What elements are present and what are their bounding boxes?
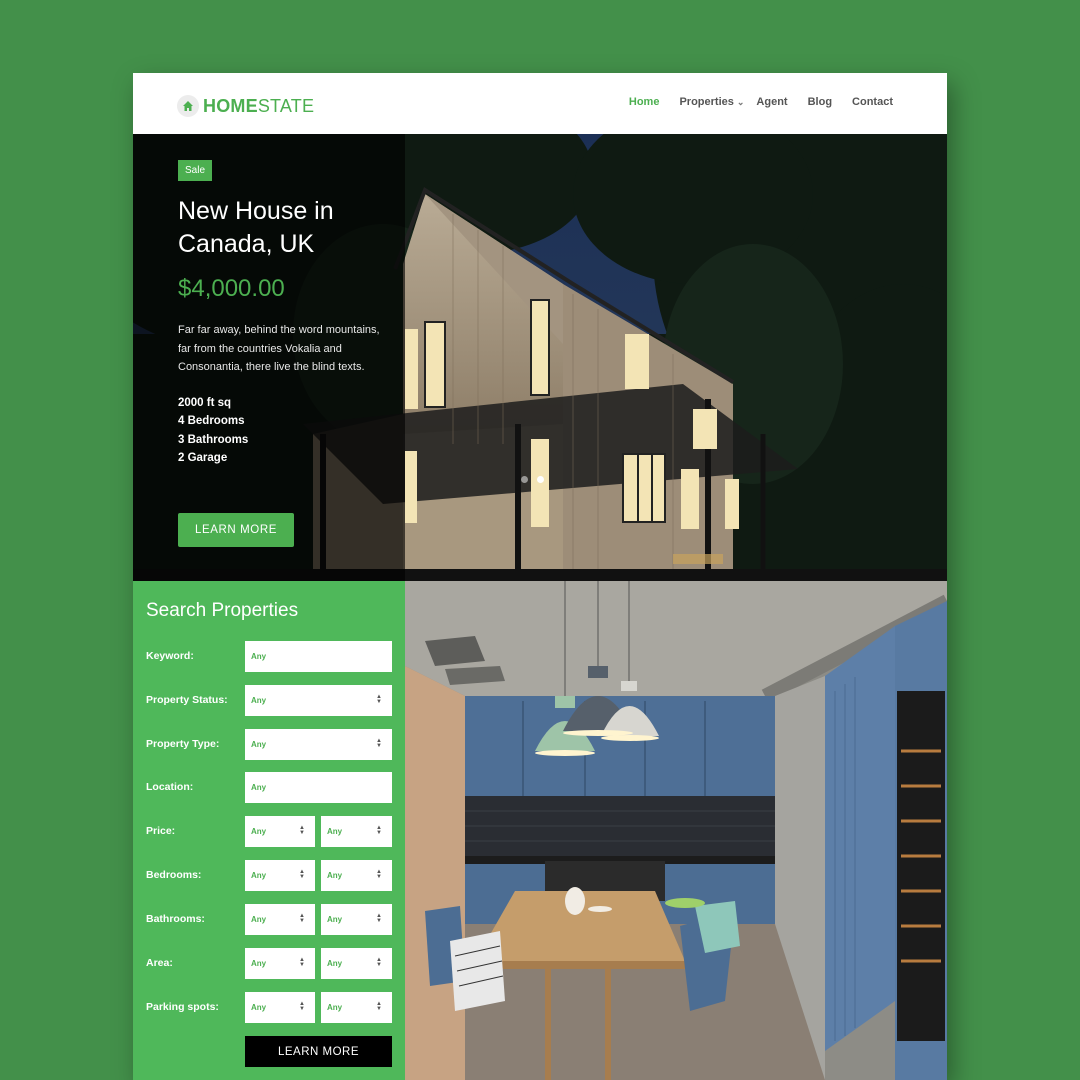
field-label: Parking spots: bbox=[146, 1001, 219, 1013]
bedrooms-max-select[interactable]: Any ▲ ▼ bbox=[321, 860, 392, 891]
field-label: Bathrooms: bbox=[146, 913, 205, 925]
select-arrows-icon: ▲ ▼ bbox=[376, 694, 382, 705]
bathrooms-max-select[interactable]: Any ▲ ▼ bbox=[321, 904, 392, 935]
bathrooms-min-select[interactable]: Any ▲ ▼ bbox=[245, 904, 315, 935]
location-input[interactable]: Any bbox=[245, 772, 392, 803]
hero-learn-more-button[interactable]: LEARN MORE bbox=[178, 513, 294, 547]
field-label: Keyword: bbox=[146, 650, 194, 662]
logo[interactable]: HOMESTATE bbox=[177, 94, 314, 118]
search-learn-more-button[interactable]: LEARN MORE bbox=[245, 1036, 392, 1067]
select-arrows-icon: ▲ ▼ bbox=[376, 869, 382, 880]
hero-title-line1: New House in bbox=[178, 197, 334, 225]
site-header: HOMESTATE Home Properties ⌄ Agent Blog Co… bbox=[133, 73, 947, 134]
select-arrows-icon: ▲ ▼ bbox=[299, 869, 305, 880]
nav-item-agent[interactable]: Agent bbox=[756, 96, 787, 108]
area-min-select[interactable]: Any ▲ ▼ bbox=[245, 948, 315, 979]
price-min-select[interactable]: Any ▲ ▼ bbox=[245, 816, 315, 847]
field-label: Location: bbox=[146, 781, 194, 793]
select-arrows-icon: ▲ ▼ bbox=[299, 957, 305, 968]
logo-light-text: STATE bbox=[257, 95, 315, 116]
property-specs: 2000 ft sq 4 Bedrooms 3 Bathrooms 2 Gara… bbox=[178, 394, 398, 468]
nav-label: Home bbox=[628, 96, 660, 108]
logo-bold-text: HOME bbox=[203, 95, 258, 116]
price-max-select[interactable]: Any ▲ ▼ bbox=[321, 816, 392, 847]
property-type-select[interactable]: Any ▲ ▼ bbox=[245, 729, 392, 760]
nav-label: Agent bbox=[756, 96, 788, 108]
select-arrows-icon: ▲ ▼ bbox=[376, 738, 382, 749]
hero-title-line2: Canada, UK bbox=[178, 230, 315, 258]
field-value: Any bbox=[251, 959, 267, 968]
slider-dots bbox=[521, 476, 553, 483]
field-value: Any bbox=[251, 827, 267, 836]
hero-content: Sale New House in Canada, UK $4,000.00 Fa… bbox=[178, 160, 398, 468]
nav-label: Properties bbox=[679, 96, 734, 108]
kitchen-photo bbox=[405, 581, 947, 1080]
main-nav: Home Properties ⌄ Agent Blog Contact bbox=[609, 96, 893, 108]
field-value: Any bbox=[327, 915, 343, 924]
slider-dot[interactable] bbox=[521, 476, 528, 483]
field-value: Any bbox=[251, 915, 267, 924]
search-row-property-status: Property Status: Any ▲ ▼ bbox=[146, 685, 392, 717]
select-arrows-icon: ▲ ▼ bbox=[299, 913, 305, 924]
field-value: Any bbox=[251, 652, 267, 661]
home-icon bbox=[177, 95, 199, 117]
sale-badge: Sale bbox=[178, 160, 213, 181]
field-label: Area: bbox=[146, 957, 173, 969]
property-status-select[interactable]: Any ▲ ▼ bbox=[245, 685, 392, 716]
select-arrows-icon: ▲ ▼ bbox=[299, 825, 305, 836]
spec-garage: 2 Garage bbox=[178, 452, 228, 464]
slider-dot-active[interactable] bbox=[537, 476, 544, 483]
field-label: Price: bbox=[146, 825, 176, 837]
website-mockup: HOMESTATE Home Properties ⌄ Agent Blog Co… bbox=[133, 73, 947, 1080]
nav-item-blog[interactable]: Blog bbox=[808, 96, 832, 108]
hero-slider: Sale New House in Canada, UK $4,000.00 Fa… bbox=[133, 134, 947, 581]
parking-max-select[interactable]: Any ▲ ▼ bbox=[321, 992, 392, 1023]
search-row-bathrooms: Bathrooms: Any ▲ ▼ Any ▲ ▼ bbox=[146, 904, 392, 936]
spec-bedrooms: 4 Bedrooms bbox=[178, 415, 245, 427]
select-arrows-icon: ▲ ▼ bbox=[376, 957, 382, 968]
hero-description: Far far away, behind the word mountains,… bbox=[178, 324, 380, 373]
field-value: Any bbox=[251, 1003, 267, 1012]
search-row-location: Location: Any bbox=[146, 772, 392, 804]
field-value: Any bbox=[251, 871, 267, 880]
field-label: Property Status: bbox=[146, 694, 228, 706]
bedrooms-min-select[interactable]: Any ▲ ▼ bbox=[245, 860, 315, 891]
keyword-input[interactable]: Any bbox=[245, 641, 392, 672]
search-row-keyword: Keyword: Any bbox=[146, 641, 392, 673]
field-value: Any bbox=[327, 827, 343, 836]
field-value: Any bbox=[251, 740, 267, 749]
select-arrows-icon: ▲ ▼ bbox=[376, 1001, 382, 1012]
hero-price: $4,000.00 bbox=[178, 275, 285, 302]
field-value: Any bbox=[327, 871, 343, 880]
search-properties-panel: Search Properties Keyword: Any Property … bbox=[133, 581, 405, 1080]
chevron-down-icon: ⌄ bbox=[736, 96, 745, 107]
area-max-select[interactable]: Any ▲ ▼ bbox=[321, 948, 392, 979]
search-row-property-type: Property Type: Any ▲ ▼ bbox=[146, 729, 392, 761]
nav-item-contact[interactable]: Contact bbox=[852, 96, 893, 108]
select-arrows-icon: ▲ ▼ bbox=[299, 1001, 305, 1012]
nav-item-properties[interactable]: Properties ⌄ bbox=[679, 96, 744, 108]
select-arrows-icon: ▲ ▼ bbox=[376, 913, 382, 924]
field-value: Any bbox=[251, 696, 267, 705]
field-value: Any bbox=[251, 783, 267, 792]
nav-item-home[interactable]: Home bbox=[629, 96, 660, 108]
search-row-parking: Parking spots: Any ▲ ▼ Any ▲ ▼ bbox=[146, 992, 392, 1024]
search-row-area: Area: Any ▲ ▼ Any ▲ ▼ bbox=[146, 948, 392, 980]
field-label: Bedrooms: bbox=[146, 869, 202, 881]
nav-label: Blog bbox=[807, 96, 833, 108]
select-arrows-icon: ▲ ▼ bbox=[376, 825, 382, 836]
search-row-price: Price: Any ▲ ▼ Any ▲ ▼ bbox=[146, 816, 392, 848]
search-row-bedrooms: Bedrooms: Any ▲ ▼ Any ▲ ▼ bbox=[146, 860, 392, 892]
field-value: Any bbox=[327, 959, 343, 968]
search-title: Search Properties bbox=[146, 600, 299, 621]
field-label: Property Type: bbox=[146, 738, 220, 750]
parking-min-select[interactable]: Any ▲ ▼ bbox=[245, 992, 315, 1023]
field-value: Any bbox=[327, 1003, 343, 1012]
hero-title: New House in Canada, UK bbox=[178, 195, 398, 261]
spec-area: 2000 ft sq bbox=[178, 396, 232, 409]
nav-label: Contact bbox=[852, 96, 893, 108]
spec-bathrooms: 3 Bathrooms bbox=[178, 433, 249, 446]
